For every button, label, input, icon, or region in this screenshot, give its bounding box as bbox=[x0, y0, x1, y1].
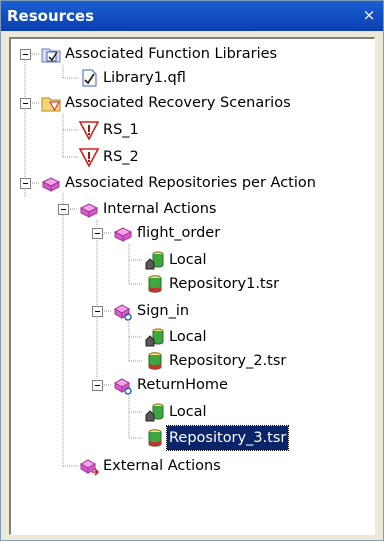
collapse-toggle[interactable] bbox=[20, 98, 31, 109]
tree-node-label: Local bbox=[169, 404, 207, 420]
tree-node-sign-in[interactable]: Sign_in bbox=[11, 299, 371, 323]
action-icon bbox=[79, 203, 99, 218]
close-icon[interactable]: × bbox=[359, 5, 379, 25]
collapse-toggle[interactable] bbox=[58, 204, 69, 215]
external-action-icon bbox=[79, 459, 99, 476]
reusable-action-icon bbox=[113, 304, 132, 321]
tree-node-repository1[interactable]: Repository1.tsr bbox=[11, 272, 371, 296]
tree-node-internal-actions[interactable]: Internal Actions bbox=[11, 197, 371, 221]
tree-node-label: Repository_2.tsr bbox=[169, 353, 287, 369]
tree-node-local[interactable]: Local bbox=[11, 400, 371, 424]
repositories-icon bbox=[41, 177, 61, 192]
action-icon bbox=[113, 227, 133, 242]
tree-node-label: Library1.qfl bbox=[103, 70, 186, 86]
tree-node-external-actions[interactable]: External Actions bbox=[11, 454, 371, 478]
warning-icon bbox=[79, 121, 99, 140]
tree-node-label: Associated Recovery Scenarios bbox=[65, 95, 291, 111]
collapse-toggle[interactable] bbox=[92, 306, 103, 317]
tree-node-label: Sign_in bbox=[137, 303, 190, 319]
reusable-action-icon bbox=[113, 378, 132, 395]
collapse-toggle[interactable] bbox=[20, 49, 31, 60]
local-repository-icon bbox=[145, 251, 164, 270]
repository-icon bbox=[148, 352, 162, 370]
tree-node-repositories-per-action[interactable]: Associated Repositories per Action bbox=[11, 171, 371, 195]
tree-node-label: External Actions bbox=[103, 458, 221, 474]
tree-node-recovery-scenarios[interactable]: Associated Recovery Scenarios bbox=[11, 91, 371, 115]
tree-node-local[interactable]: Local bbox=[11, 325, 371, 349]
tree-node-function-libraries[interactable]: Associated Function Libraries bbox=[11, 42, 371, 66]
tree-node-rs2[interactable]: RS_2 bbox=[11, 145, 371, 169]
tree-node-label-selected: Repository_3.tsr bbox=[165, 425, 290, 451]
tree-node-return-home[interactable]: ReturnHome bbox=[11, 373, 371, 397]
tree-node-label: RS_1 bbox=[103, 122, 139, 138]
collapse-toggle[interactable] bbox=[20, 178, 31, 189]
tree-node-repository3[interactable]: Repository_3.tsr bbox=[11, 425, 371, 451]
tree-node-flight-order[interactable]: flight_order bbox=[11, 221, 371, 245]
tree-node-label: Repository1.tsr bbox=[169, 276, 280, 292]
collapse-toggle[interactable] bbox=[92, 228, 103, 239]
tree-node-label: flight_order bbox=[137, 225, 221, 241]
repository-icon bbox=[148, 429, 162, 447]
tree-node-label: Internal Actions bbox=[103, 201, 217, 217]
tree-node-rs1[interactable]: RS_1 bbox=[11, 118, 371, 142]
tree-node-label: ReturnHome bbox=[137, 377, 228, 393]
local-repository-icon bbox=[145, 403, 164, 422]
tree-node-label: Associated Repositories per Action bbox=[65, 175, 316, 191]
tree-node-local[interactable]: Local bbox=[11, 248, 371, 272]
library-file-icon bbox=[82, 69, 97, 87]
collapse-toggle[interactable] bbox=[92, 380, 103, 391]
recovery-folder-icon bbox=[41, 97, 61, 112]
pane-title: Resources bbox=[7, 7, 95, 25]
resources-pane: Resources × Associated Function Librarie… bbox=[0, 0, 384, 541]
tree-node-label: Local bbox=[169, 329, 207, 345]
resources-tree[interactable]: Associated Function Libraries Library1.q… bbox=[9, 37, 375, 535]
function-libraries-icon bbox=[41, 48, 61, 63]
tree-node-repository2[interactable]: Repository_2.tsr bbox=[11, 349, 371, 373]
tree-node-library[interactable]: Library1.qfl bbox=[11, 66, 371, 90]
tree-node-label: RS_2 bbox=[103, 149, 139, 165]
local-repository-icon bbox=[145, 328, 164, 347]
tree-node-label: Local bbox=[169, 252, 207, 268]
warning-icon bbox=[79, 148, 99, 167]
title-bar: Resources × bbox=[1, 1, 383, 31]
repository-icon bbox=[148, 275, 162, 293]
tree-node-label: Associated Function Libraries bbox=[65, 46, 278, 62]
